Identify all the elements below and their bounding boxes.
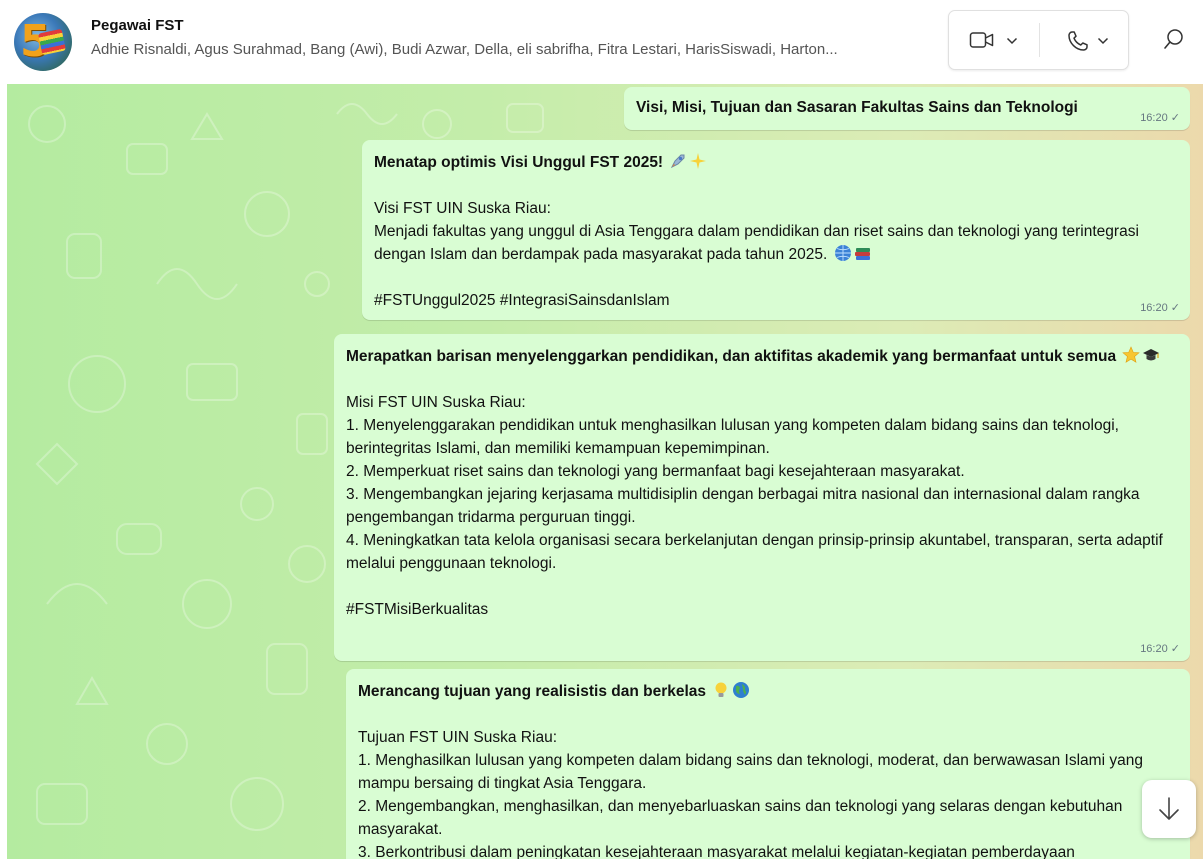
sent-check-icon: ✓ (1170, 643, 1180, 655)
list-item: 3. Berkontribusi dalam peningkatan kesej… (358, 844, 1075, 859)
message-bubble[interactable]: Menatap optimis Visi Unggul FST 2025! Vi… (362, 140, 1190, 320)
message-time: 16:20 (1140, 302, 1168, 314)
message-heading: Misi FST UIN Suska Riau: (346, 394, 526, 411)
message-hashtags: #FSTMisiBerkualitas (346, 601, 489, 618)
message-title: Merancang tujuan yang realisistis dan be… (358, 680, 1178, 703)
message-hashtags: #FSTUnggul2025 #IntegrasiSainsdanIslam (374, 292, 670, 309)
message-body-text: Menjadi fakultas yang unggul di Asia Ten… (374, 223, 1139, 263)
message-title: Merapatkan barisan menyelenggarkan pendi… (346, 345, 1178, 368)
message-title-text: Merancang tujuan yang realisistis dan be… (358, 683, 707, 700)
message-time: 16:20 (1140, 112, 1168, 124)
group-name[interactable]: Pegawai FST (91, 17, 184, 34)
list-item: 4. Meningkatkan tata kelola organisasi s… (346, 532, 1163, 572)
message-heading: Visi FST UIN Suska Riau: (374, 200, 551, 217)
message-meta: 16:20 ✓ (1140, 301, 1180, 315)
chevron-down-icon (1006, 37, 1018, 45)
list-item: 3. Mengembangkan jejaring kerjasama mult… (346, 486, 1140, 526)
group-avatar[interactable]: 5 (14, 13, 72, 71)
chat-edge (0, 84, 7, 859)
message-title: Menatap optimis Visi Unggul FST 2025! (374, 151, 1178, 174)
list-item: 1. Menyelenggarakan pendidikan untuk men… (346, 417, 1119, 457)
phone-icon (1068, 31, 1088, 51)
message-time: 16:20 (1140, 643, 1168, 655)
message-heading: Tujuan FST UIN Suska Riau: (358, 729, 557, 746)
message-body: Menjadi fakultas yang unggul di Asia Ten… (374, 220, 1178, 266)
chat-area[interactable]: Visi, Misi, Tujuan dan Sasaran Fakultas … (0, 84, 1203, 859)
video-call-icon (969, 32, 994, 48)
message-bubble[interactable]: Visi, Misi, Tujuan dan Sasaran Fakultas … (624, 87, 1190, 130)
arrow-down-icon (1159, 797, 1179, 820)
message-bubble[interactable]: Merancang tujuan yang realisistis dan be… (346, 669, 1190, 859)
globe-emoji-icon (733, 682, 750, 698)
voice-call-button[interactable] (1040, 11, 1130, 69)
video-call-button[interactable] (949, 11, 1039, 69)
search-icon (1164, 29, 1183, 49)
chat-header: 5 Pegawai FST Adhie Risnaldi, Agus Surah… (0, 0, 1203, 84)
avatar-stripes (37, 28, 67, 56)
rocket-emoji-icon (671, 154, 685, 169)
message-title-text: Merapatkan barisan menyelenggarkan pendi… (346, 348, 1117, 365)
message-meta: 16:20 ✓ (1140, 642, 1180, 656)
sent-check-icon: ✓ (1170, 112, 1180, 124)
sent-check-icon: ✓ (1170, 302, 1180, 314)
message-title-text: Menatap optimis Visi Unggul FST 2025! (374, 154, 664, 171)
chevron-down-icon (1097, 37, 1109, 45)
list-item: 2. Memperkuat riset sains dan teknologi … (346, 463, 965, 480)
books-emoji-icon (854, 248, 870, 260)
message-bubble[interactable]: Merapatkan barisan menyelenggarkan pendi… (334, 334, 1190, 661)
sparkles-emoji-icon (690, 153, 707, 169)
globe-emoji-icon (834, 245, 851, 261)
call-buttons (948, 10, 1129, 70)
graduation-cap-emoji-icon (1143, 349, 1160, 361)
star-emoji-icon (1122, 346, 1141, 363)
group-members[interactable]: Adhie Risnaldi, Agus Surahmad, Bang (Awi… (91, 41, 936, 58)
list-item: 1. Menghasilkan lulusan yang kompeten da… (358, 752, 1143, 792)
message-meta: 16:20 ✓ (1140, 111, 1180, 125)
light-bulb-emoji-icon (715, 682, 727, 697)
scroll-to-bottom-button[interactable] (1142, 780, 1196, 838)
search-button[interactable] (1152, 20, 1192, 60)
message-text: Visi, Misi, Tujuan dan Sasaran Fakultas … (636, 99, 1078, 116)
list-item: 2. Mengembangkan, menghasilkan, dan meny… (358, 798, 1123, 838)
